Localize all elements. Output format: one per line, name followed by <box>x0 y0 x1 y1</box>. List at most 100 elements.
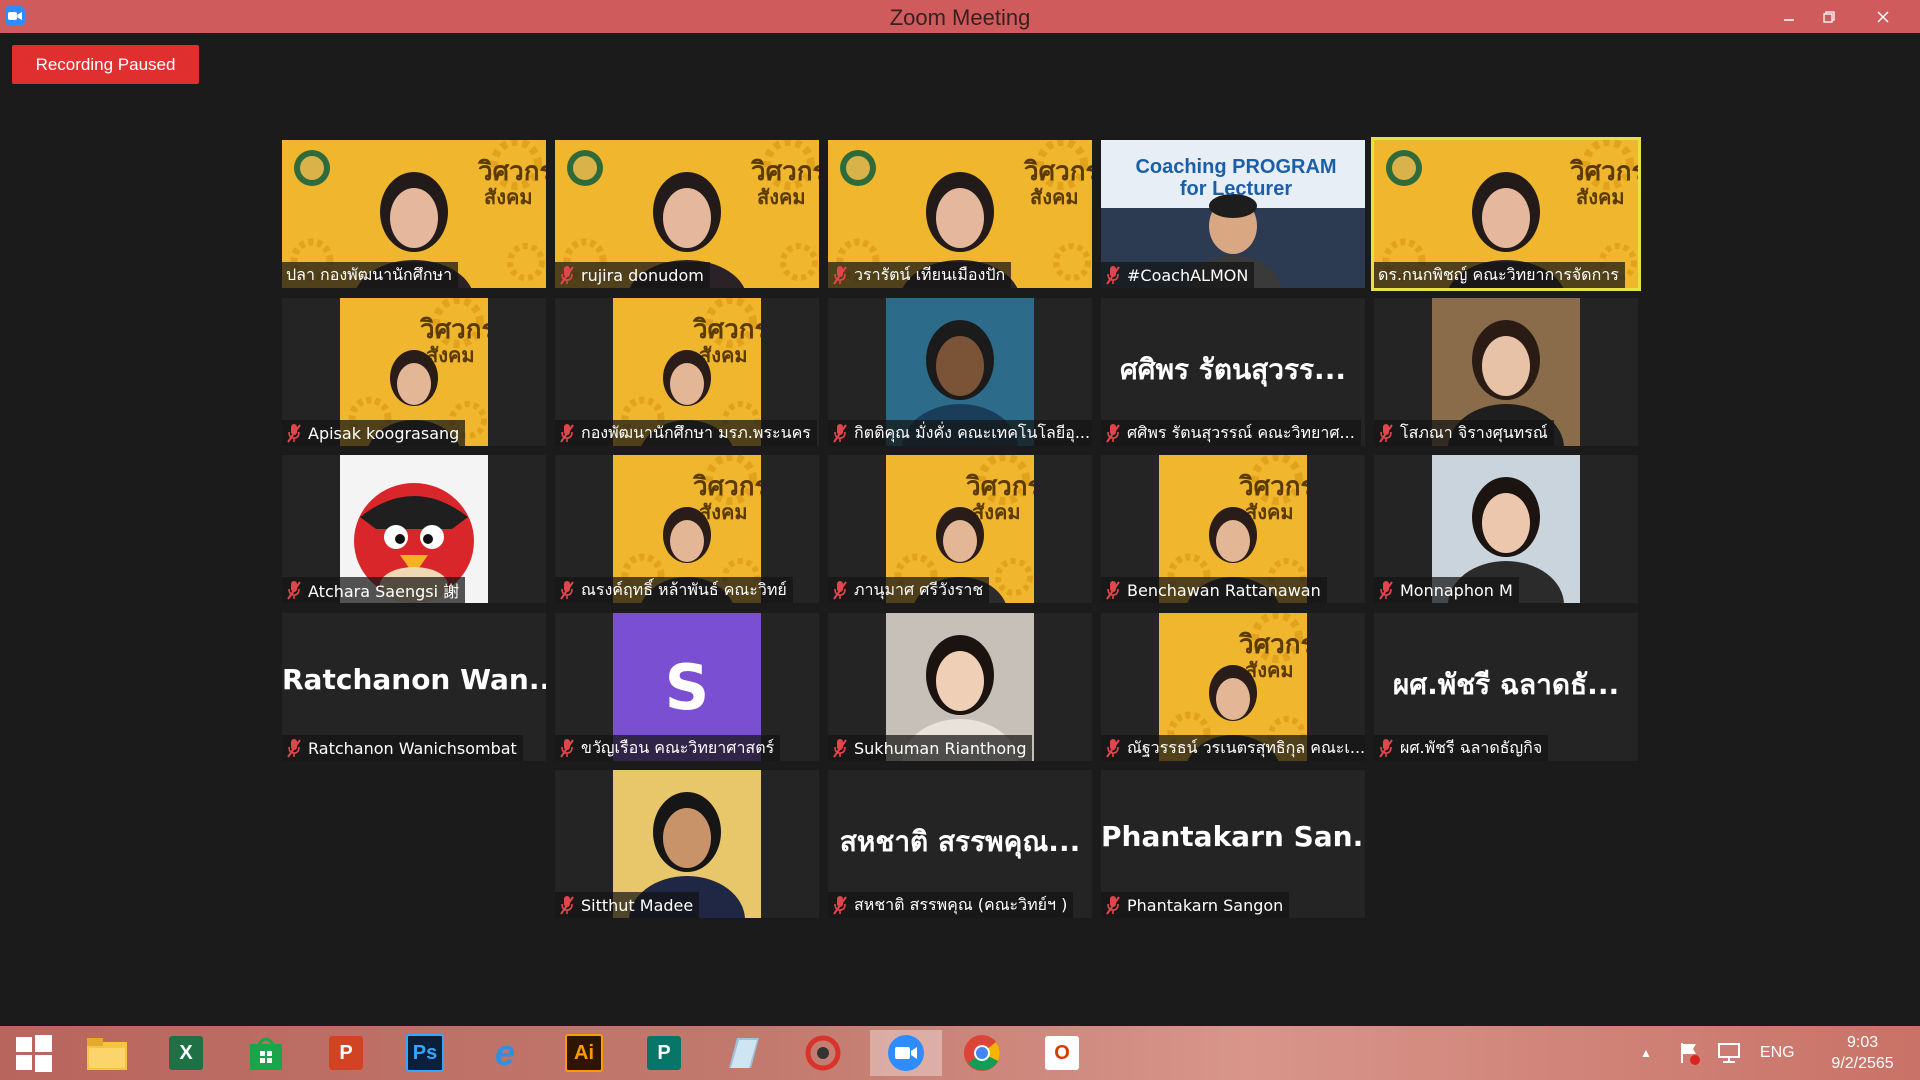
muted-mic-icon <box>1106 896 1120 915</box>
participant-name: ณรงค์ฤทธิ์ หล้าพันธ์ คณะวิทย์ <box>581 579 787 599</box>
participant-name-label: ปลา กองพัฒนานักศึกษา <box>282 262 459 288</box>
participant-tile[interactable]: Monnaphon M <box>1374 455 1638 603</box>
taskbar-chrome[interactable] <box>954 1030 1010 1076</box>
windows-taskbar: X P Ps e Ai P O ▲ ENG 9:03 9/2/2565 <box>0 1026 1920 1080</box>
svg-text:สังคม: สังคม <box>484 185 533 209</box>
participant-tile[interactable]: กิตติคุณ มั่งคั่ง คณะเทคโนโลยีอุ... <box>828 298 1092 446</box>
taskbar-excel[interactable]: X <box>158 1030 214 1076</box>
participant-tile[interactable]: วิศวกร สังคม กองพัฒนานักศึกษา มรภ.พระนคร <box>555 298 819 446</box>
svg-text:วิศวกร: วิศวกร <box>1024 157 1092 187</box>
photoscape-icon <box>805 1035 841 1071</box>
participant-name: #CoachALMON <box>1127 265 1249 285</box>
store-bag-icon <box>250 1037 282 1070</box>
participant-tile[interactable]: S ขวัญเรือน คณะวิทยาศาสตร์ <box>555 613 819 761</box>
muted-mic-icon <box>1106 424 1120 443</box>
action-center-flag-icon[interactable] <box>1676 1040 1702 1066</box>
participant-tile[interactable]: Ratchanon Wan... Ratchanon Wanichsombat <box>282 613 546 761</box>
participant-name: Atchara Saengsi 謝 <box>308 582 460 601</box>
taskbar-notepad[interactable] <box>715 1030 771 1076</box>
participant-name-label: โสภณา จิรางศุนทรณ์ <box>1374 420 1554 446</box>
excel-icon: X <box>169 1036 203 1070</box>
participant-name: กองพัฒนานักศึกษา มรภ.พระนคร <box>581 422 811 442</box>
participant-tile[interactable]: Phantakarn San... Phantakarn Sangon <box>1101 770 1365 918</box>
participant-tile[interactable]: วิศวกร สังคม ณัฐวรรธน์ วรเนตรสุทธิกุล คณะเ… <box>1101 613 1365 761</box>
close-button[interactable] <box>1860 0 1906 33</box>
participant-name-label: Ratchanon Wanichsombat <box>282 735 523 761</box>
taskbar-store[interactable] <box>238 1030 294 1076</box>
taskbar-office[interactable]: O <box>1034 1030 1090 1076</box>
participant-name-label: ขวัญเรือน คณะวิทยาศาสตร์ <box>555 735 781 761</box>
participant-name: ผศ.พัชรี ฉลาดธัญกิจ <box>1400 737 1543 757</box>
taskbar-photoscape[interactable] <box>795 1030 851 1076</box>
recording-status-badge[interactable]: Recording Paused <box>12 45 199 84</box>
start-button[interactable] <box>6 1030 62 1076</box>
muted-mic-icon <box>287 424 301 443</box>
participant-tile[interactable]: วิศวกร สังคม ณรงค์ฤทธิ์ หล้าพันธ์ คณะวิทย์ <box>555 455 819 603</box>
muted-mic-icon <box>560 739 574 758</box>
taskbar-file-explorer[interactable] <box>79 1030 135 1076</box>
participant-name-label: Phantakarn Sangon <box>1101 892 1290 918</box>
muted-mic-icon <box>833 581 847 600</box>
svg-text:สังคม: สังคม <box>1576 185 1625 209</box>
display-name-placeholder: ศศิพร รัตนสุวรร... <box>1120 353 1346 386</box>
coaching-overlay-text: Coaching PROGRAM for Lecturer <box>1135 156 1337 200</box>
participant-name: ดร.กนกพิชญ์ คณะวิทยาการจัดการ <box>1378 264 1619 284</box>
restore-button[interactable] <box>1806 0 1852 33</box>
clock[interactable]: 9:03 9/2/2565 <box>1823 1032 1903 1074</box>
svg-text:วิศวกร: วิศวกร <box>478 157 546 187</box>
participant-name: Monnaphon M <box>1400 580 1513 600</box>
taskbar-powerpoint[interactable]: P <box>318 1030 374 1076</box>
muted-mic-icon <box>1379 424 1393 443</box>
participant-tile[interactable]: ผศ.พัชรี ฉลาดธั... ผศ.พัชรี ฉลาดธัญกิจ <box>1374 613 1638 761</box>
windows-logo-icon <box>16 1035 52 1072</box>
participant-tile[interactable]: โสภณา จิรางศุนทรณ์ <box>1374 298 1638 446</box>
participant-name: ศศิพร รัตนสุวรรณ์ คณะวิทยาศ... <box>1127 422 1355 442</box>
muted-mic-icon <box>1379 739 1393 758</box>
participant-name: กิตติคุณ มั่งคั่ง คณะเทคโนโลยีอุ... <box>854 422 1091 442</box>
muted-mic-icon <box>287 739 301 758</box>
svg-text:สังคม: สังคม <box>1030 185 1079 209</box>
participant-tile[interactable]: ศศิพร รัตนสุวรร... ศศิพร รัตนสุวรรณ์ คณะว… <box>1101 298 1365 446</box>
taskbar-photoshop[interactable]: Ps <box>397 1030 453 1076</box>
participant-tile[interactable]: วิศวกร สังคม rujira donudom <box>555 140 819 288</box>
participant-tile[interactable]: วิศวกร สังคม ภานุมาศ ศรีวังราช <box>828 455 1092 603</box>
muted-mic-icon <box>833 266 847 285</box>
participant-name-label: Sukhuman Rianthong <box>828 735 1033 761</box>
participant-name: โสภณา จิรางศุนทรณ์ <box>1400 422 1548 442</box>
muted-mic-icon <box>1106 581 1120 600</box>
participant-name-label: กองพัฒนานักศึกษา มรภ.พระนคร <box>555 420 817 446</box>
participant-tile[interactable]: Coaching PROGRAM for Lecturer #CoachALMON <box>1101 140 1365 288</box>
participant-tile[interactable]: สหชาติ สรรพคุณ... สหชาติ สรรพคุณ (คณะวิทย… <box>828 770 1092 918</box>
minimize-icon <box>1784 18 1794 21</box>
participant-tile[interactable]: วิศวกร สังคม ดร.กนกพิชญ์ คณะวิทยาการจัดการ <box>1371 137 1641 291</box>
taskbar-zoom[interactable] <box>870 1030 942 1076</box>
participant-name: ปลา กองพัฒนานักศึกษา <box>286 264 453 284</box>
muted-mic-icon <box>1106 739 1120 758</box>
publisher-icon: P <box>647 1036 681 1070</box>
taskbar-illustrator[interactable]: Ai <box>556 1030 612 1076</box>
participant-tile[interactable]: วิศวกร สังคม Benchawan Rattanawan <box>1101 455 1365 603</box>
participant-name-label: ณรงค์ฤทธิ์ หล้าพันธ์ คณะวิทย์ <box>555 577 793 603</box>
participant-name-label: Apisak koograsang <box>282 420 466 446</box>
participant-tile[interactable]: Sitthut Madee <box>555 770 819 918</box>
show-hidden-icons[interactable]: ▲ <box>1640 1046 1652 1060</box>
participant-name-label: Atchara Saengsi 謝 <box>282 577 466 603</box>
photoshop-icon: Ps <box>406 1034 444 1072</box>
muted-mic-icon <box>560 266 574 285</box>
input-language[interactable]: ENG <box>1760 1044 1795 1062</box>
participant-tile[interactable]: วิศวกร สังคมปลา กองพัฒนานักศึกษา <box>282 140 546 288</box>
taskbar-internet-explorer[interactable]: e <box>477 1030 533 1076</box>
participant-tile[interactable]: วิศวกร สังคม วรารัตน์ เทียนเมืองปัก <box>828 140 1092 288</box>
restore-icon <box>1823 10 1835 23</box>
participant-tile[interactable]: วิศวกร สังคม Apisak koograsang <box>282 298 546 446</box>
internet-explorer-icon: e <box>494 1032 516 1073</box>
taskbar-publisher[interactable]: P <box>636 1030 692 1076</box>
network-icon[interactable] <box>1716 1040 1742 1066</box>
muted-mic-icon <box>560 581 574 600</box>
display-name-placeholder: ผศ.พัชรี ฉลาดธั... <box>1392 668 1620 701</box>
participant-name: rujira donudom <box>581 265 704 285</box>
participant-tile[interactable]: Sukhuman Rianthong <box>828 613 1092 761</box>
participant-tile[interactable]: Atchara Saengsi 謝 <box>282 455 546 603</box>
display-name-placeholder: สหชาติ สรรพคุณ... <box>839 825 1081 858</box>
participant-name: Ratchanon Wanichsombat <box>308 738 517 758</box>
